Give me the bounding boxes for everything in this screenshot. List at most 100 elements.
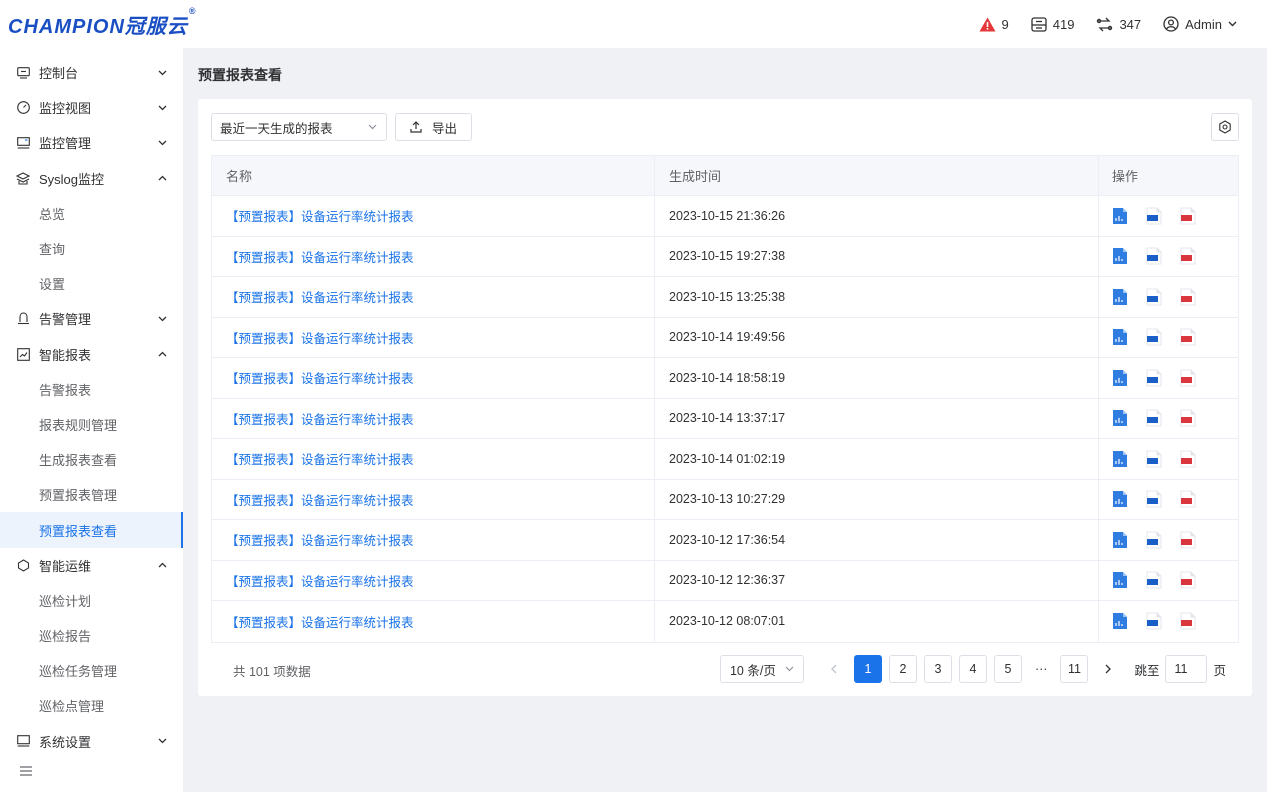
sidebar-item-syslog[interactable]: Syslog监控: [0, 161, 183, 196]
csv-download-icon[interactable]: [1146, 490, 1162, 508]
next-page-button[interactable]: [1095, 655, 1121, 683]
report-name-link[interactable]: 【预置报表】设备运行率统计报表: [226, 612, 414, 631]
user-menu[interactable]: Admin: [1163, 16, 1237, 32]
links-indicator[interactable]: 347: [1096, 17, 1141, 32]
report-name-link[interactable]: 【预置报表】设备运行率统计报表: [226, 490, 414, 509]
pdf-download-icon[interactable]: [1180, 328, 1196, 346]
sidebar-item-label: 预置报表管理: [39, 488, 118, 504]
pdf-download-icon[interactable]: [1180, 369, 1196, 387]
sidebar-item-syslog-settings[interactable]: 设置: [0, 266, 183, 301]
sidebar-item-system-settings[interactable]: 系统设置: [0, 724, 183, 759]
sidebar-item-preset-report-view[interactable]: 预置报表查看: [0, 512, 183, 548]
csv-download-icon[interactable]: [1146, 409, 1162, 427]
sidebar-item-monitor-manage[interactable]: 监控管理: [0, 125, 183, 160]
pdf-download-icon[interactable]: [1180, 531, 1196, 549]
pdf-download-icon[interactable]: [1180, 247, 1196, 265]
page-button[interactable]: 2: [888, 655, 917, 683]
sidebar-item-syslog-query[interactable]: 查询: [0, 231, 183, 266]
excel-download-icon[interactable]: [1112, 247, 1128, 265]
csv-download-icon[interactable]: [1146, 450, 1162, 468]
time-range-select[interactable]: 最近一天生成的报表: [211, 113, 387, 141]
page-button[interactable]: 3: [923, 655, 952, 683]
menu-collapse-icon[interactable]: [20, 764, 34, 776]
csv-download-icon[interactable]: [1146, 247, 1162, 265]
sidebar-item-inspection-report[interactable]: 巡检报告: [0, 618, 183, 653]
table-row: 【预置报表】设备运行率统计报表 2023-10-14 01:02:19: [212, 439, 1238, 480]
report-name-link[interactable]: 【预置报表】设备运行率统计报表: [226, 328, 414, 347]
report-name-link[interactable]: 【预置报表】设备运行率统计报表: [226, 247, 414, 266]
pdf-download-icon[interactable]: [1180, 490, 1196, 508]
excel-download-icon[interactable]: [1112, 409, 1128, 427]
report-name-link[interactable]: 【预置报表】设备运行率统计报表: [226, 368, 414, 387]
sidebar-item-smart-ops[interactable]: 智能运维: [0, 548, 183, 583]
page-button[interactable]: 11: [1060, 655, 1089, 683]
csv-download-icon[interactable]: [1146, 328, 1162, 346]
report-name-link[interactable]: 【预置报表】设备运行率统计报表: [226, 287, 414, 306]
pdf-download-icon[interactable]: [1180, 612, 1196, 630]
csv-download-icon[interactable]: [1146, 612, 1162, 630]
report-name-link[interactable]: 【预置报表】设备运行率统计报表: [226, 449, 414, 468]
report-time: 2023-10-12 08:07:01: [669, 614, 786, 629]
excel-download-icon[interactable]: [1112, 450, 1128, 468]
csv-download-icon[interactable]: [1146, 531, 1162, 549]
excel-download-icon[interactable]: [1112, 369, 1128, 387]
sidebar-item-smart-report[interactable]: 智能报表: [0, 337, 183, 372]
warning-triangle-icon: [979, 17, 995, 31]
page-button[interactable]: 5: [993, 655, 1022, 683]
jump-page-input[interactable]: 11: [1165, 655, 1208, 683]
prev-page-button[interactable]: [821, 655, 847, 683]
report-name-link[interactable]: 【预置报表】设备运行率统计报表: [226, 571, 414, 590]
sidebar-item-label: 报表规则管理: [39, 417, 118, 433]
export-button[interactable]: 导出: [395, 113, 473, 141]
pdf-download-icon[interactable]: [1180, 409, 1196, 427]
report-time: 2023-10-13 10:27:29: [669, 492, 786, 507]
report-name-link[interactable]: 【预置报表】设备运行率统计报表: [226, 409, 414, 428]
sidebar-item-generated-reports[interactable]: 生成报表查看: [0, 442, 183, 477]
excel-download-icon[interactable]: [1112, 612, 1128, 630]
sidebar-item-inspection-point[interactable]: 巡检点管理: [0, 688, 183, 723]
alerts-indicator[interactable]: 9: [979, 17, 1009, 32]
csv-download-icon[interactable]: [1146, 207, 1162, 225]
report-name-link[interactable]: 【预置报表】设备运行率统计报表: [226, 206, 414, 225]
sidebar-item-label: 系统设置: [39, 734, 92, 750]
pdf-download-icon[interactable]: [1180, 207, 1196, 225]
sidebar-item-inspection-plan[interactable]: 巡检计划: [0, 583, 183, 618]
sidebar-item-console[interactable]: 控制台: [0, 55, 183, 90]
jump-page-value: 11: [1174, 662, 1188, 676]
report-name-link[interactable]: 【预置报表】设备运行率统计报表: [226, 530, 414, 549]
dashboard-gauge-icon: [16, 101, 30, 115]
links-count: 347: [1119, 16, 1142, 32]
page-button[interactable]: 1: [853, 655, 882, 683]
excel-download-icon[interactable]: [1112, 328, 1128, 346]
csv-download-icon[interactable]: [1146, 369, 1162, 387]
pdf-download-icon[interactable]: [1180, 288, 1196, 306]
sidebar-item-alarm-report[interactable]: 告警报表: [0, 372, 183, 407]
sidebar-item-monitor-view[interactable]: 监控视图: [0, 90, 183, 125]
page-size-select[interactable]: 10 条/页: [719, 655, 804, 683]
sidebar-item-report-rules[interactable]: 报表规则管理: [0, 407, 183, 442]
pdf-download-icon[interactable]: [1180, 450, 1196, 468]
sidebar-item-syslog-overview[interactable]: 总览: [0, 196, 183, 231]
csv-download-icon[interactable]: [1146, 288, 1162, 306]
report-time: 2023-10-14 19:49:56: [669, 330, 786, 345]
sidebar-item-alarm-manage[interactable]: 告警管理: [0, 301, 183, 336]
excel-download-icon[interactable]: [1112, 531, 1128, 549]
sidebar-item-preset-report-manage[interactable]: 预置报表管理: [0, 477, 183, 512]
table-settings-button[interactable]: [1211, 113, 1239, 141]
column-header-actions: 操作: [1112, 169, 1139, 184]
excel-download-icon[interactable]: [1112, 490, 1128, 508]
devices-indicator[interactable]: 419: [1031, 17, 1074, 32]
excel-download-icon[interactable]: [1112, 288, 1128, 306]
page-ellipsis[interactable]: ···: [1028, 655, 1054, 683]
sidebar-item-inspection-task[interactable]: 巡检任务管理: [0, 653, 183, 688]
sidebar-item-label: 设置: [39, 277, 66, 293]
report-icon: [16, 347, 30, 361]
excel-download-icon[interactable]: [1112, 207, 1128, 225]
page-button[interactable]: 4: [958, 655, 987, 683]
chevron-left-icon: [831, 664, 837, 674]
sidebar-item-label: 巡检计划: [39, 593, 92, 609]
csv-download-icon[interactable]: [1146, 571, 1162, 589]
excel-download-icon[interactable]: [1112, 571, 1128, 589]
report-time: 2023-10-12 12:36:37: [669, 573, 786, 588]
pdf-download-icon[interactable]: [1180, 571, 1196, 589]
